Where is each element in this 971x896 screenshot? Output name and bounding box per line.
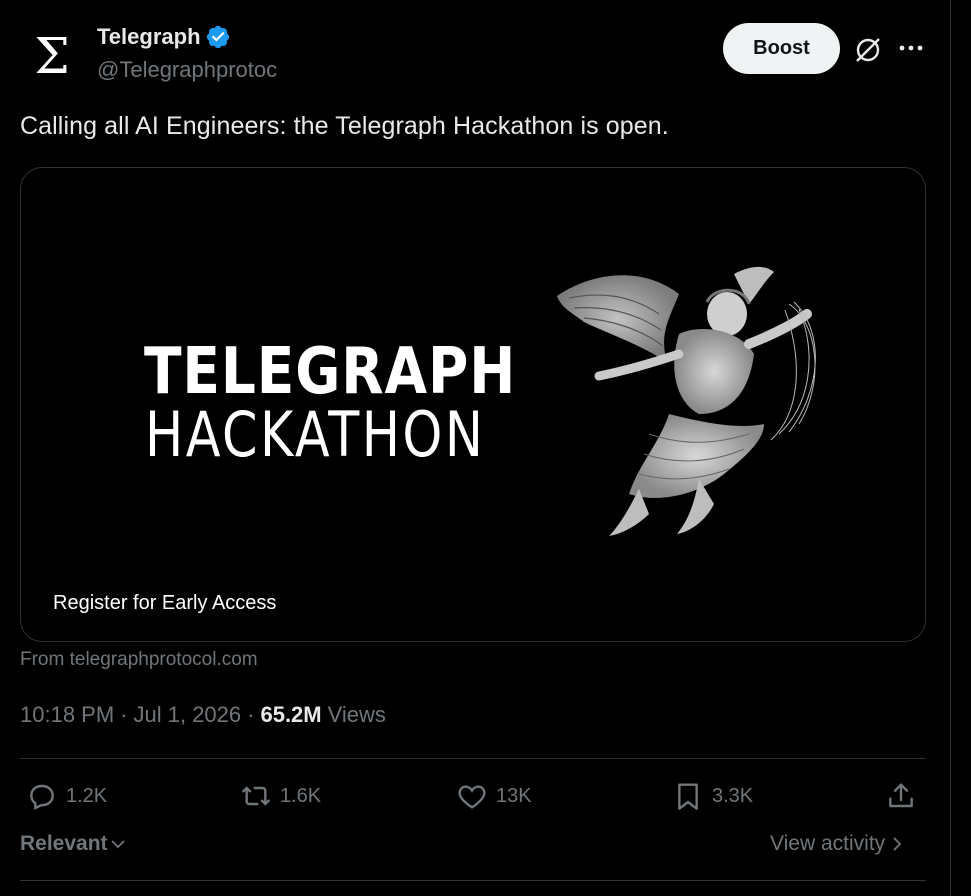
verified-badge-icon <box>206 25 229 49</box>
bookmark-icon <box>678 783 698 810</box>
reply-button[interactable]: 1.2K <box>26 780 107 812</box>
repost-count: 1.6K <box>280 784 322 807</box>
more-icon[interactable] <box>896 36 926 60</box>
post-date[interactable]: Jul 1, 2026 <box>134 702 242 728</box>
relevant-label: Relevant <box>20 832 108 855</box>
post-meta: 10:18 PM · Jul 1, 2026 · 65.2M Views <box>20 702 386 728</box>
post-text: Calling all AI Engineers: the Telegraph … <box>20 112 669 140</box>
link-card[interactable]: TELEGRAPH HACKATHON Register for Early A… <box>20 167 926 642</box>
grok-icon[interactable] <box>850 32 886 68</box>
repost-icon <box>242 786 270 806</box>
view-activity-label: View activity <box>770 832 886 855</box>
like-button[interactable]: 13K <box>456 780 532 812</box>
card-title-line2: HACKATHON <box>145 398 486 471</box>
meta-separator-2: · <box>247 702 255 727</box>
like-count: 13K <box>496 784 532 807</box>
sort-relevant-dropdown[interactable]: Relevant <box>20 832 126 856</box>
bookmark-count: 3.3K <box>712 784 754 807</box>
author-name-row[interactable]: Telegraph <box>97 24 231 50</box>
heart-icon <box>458 785 486 809</box>
card-title-line1: TELEGRAPH <box>144 335 517 409</box>
reply-icon <box>30 784 54 810</box>
avatar[interactable]: Σ <box>20 24 84 88</box>
angel-illustration-icon <box>557 266 816 536</box>
reply-count: 1.2K <box>66 784 108 807</box>
post-time[interactable]: 10:18 PM <box>20 702 114 728</box>
card-caption[interactable]: Register for Early Access <box>53 592 276 615</box>
link-source[interactable]: From telegraphprotocol.com <box>20 649 258 671</box>
author-display-name[interactable]: Telegraph <box>97 24 201 50</box>
views-count: 65.2M <box>260 702 322 727</box>
avatar-glyph: Σ <box>34 27 70 85</box>
chevron-right-icon <box>893 837 902 851</box>
meta-separator: · <box>120 702 128 727</box>
divider-top <box>20 758 926 759</box>
repost-button[interactable]: 1.6K <box>240 780 321 812</box>
boost-button[interactable]: Boost <box>723 23 840 74</box>
bookmark-button[interactable]: 3.3K <box>672 780 753 812</box>
author-handle[interactable]: @Telegraphprotoc <box>97 57 277 83</box>
views-label: Views <box>327 702 386 727</box>
more-dots-icon <box>899 45 923 51</box>
divider-bottom <box>20 880 926 881</box>
share-button[interactable] <box>885 780 917 812</box>
chevron-down-icon <box>110 840 125 849</box>
share-icon <box>889 783 913 808</box>
view-activity-link[interactable]: View activity <box>770 832 903 856</box>
grok-glyph-icon <box>856 38 880 62</box>
column-border <box>950 0 951 896</box>
